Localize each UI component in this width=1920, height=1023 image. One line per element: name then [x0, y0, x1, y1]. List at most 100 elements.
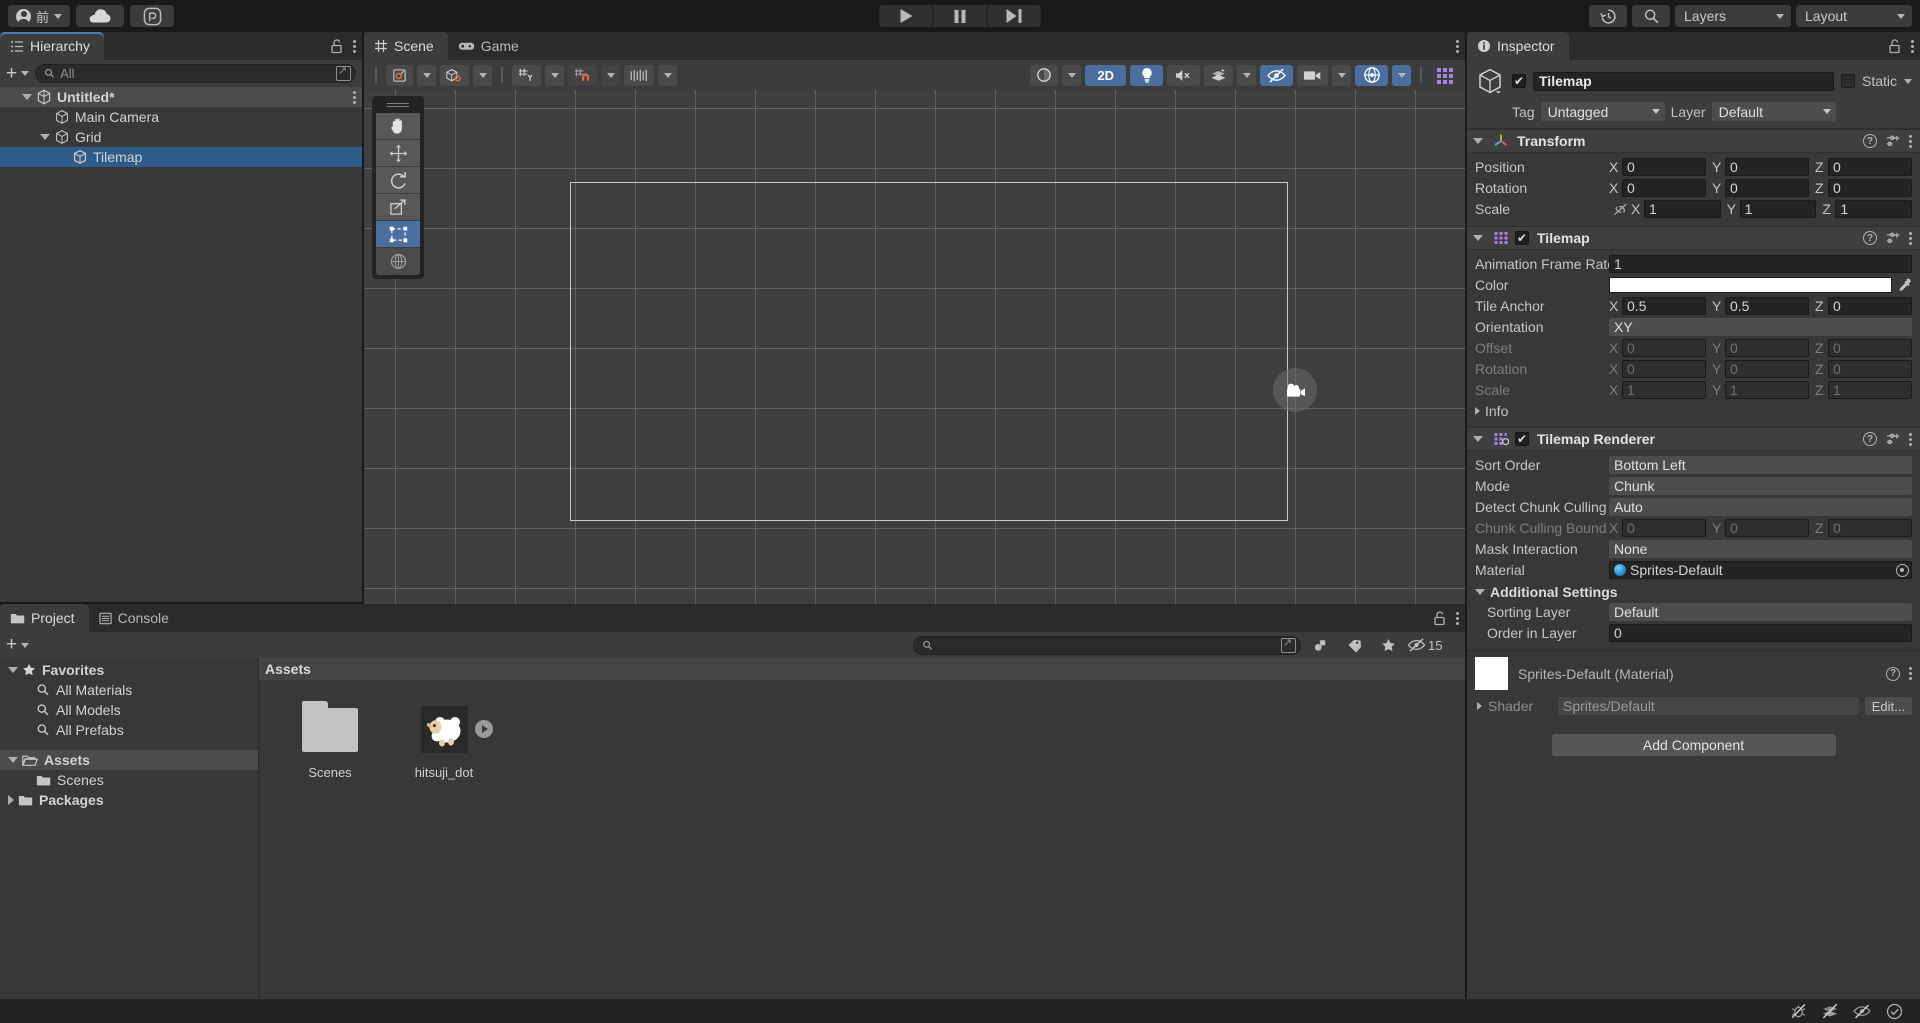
chevron-down-icon[interactable] [1473, 235, 1483, 241]
chevron-right-icon[interactable] [8, 795, 14, 805]
component-header-tilemap[interactable]: ✔ Tilemap ? [1467, 226, 1920, 250]
object-picker-icon[interactable] [1896, 564, 1909, 577]
asset-item-hitsuji-dot[interactable]: hitsuji_dot [399, 702, 489, 780]
chevron-right-icon[interactable] [1477, 702, 1482, 710]
chevron-down-icon[interactable] [1473, 138, 1483, 144]
visibility-count[interactable]: 15 [1407, 638, 1442, 653]
orientation-dropdown[interactable]: XY [1609, 318, 1912, 336]
tilemap-renderer-enabled-checkbox[interactable]: ✔ [1515, 432, 1529, 446]
hierarchy-menu-icon[interactable] [353, 40, 356, 53]
static-dropdown-icon[interactable] [1904, 79, 1912, 84]
undo-history-button[interactable] [1589, 5, 1627, 27]
tab-project[interactable]: Project [0, 604, 89, 632]
project-item-all-models[interactable]: All Models [0, 700, 258, 720]
layout-dropdown[interactable]: Layout [1796, 5, 1912, 27]
lock-icon[interactable] [1888, 39, 1901, 54]
project-add-button[interactable]: + [6, 638, 29, 652]
effects-dropdown[interactable] [1237, 65, 1256, 86]
position-z-input[interactable]: 0 [1828, 158, 1912, 176]
position-x-input[interactable]: 0 [1622, 158, 1706, 176]
toggle-hidden-objects-button[interactable] [1260, 65, 1293, 86]
project-item-scenes[interactable]: Scenes [0, 770, 258, 790]
toolbar-grip-3[interactable] [1420, 67, 1422, 83]
gameobject-name-field[interactable]: Tilemap [1533, 72, 1834, 91]
layers-dropdown[interactable]: Layers [1675, 5, 1791, 27]
scale-y-input[interactable]: 1 [1740, 200, 1817, 218]
scene-context-menu-icon[interactable] [353, 91, 356, 104]
rotation-x-input[interactable]: 0 [1622, 179, 1706, 197]
gameobject-enabled-checkbox[interactable]: ✔ [1512, 74, 1526, 88]
shading-mode-button[interactable] [1030, 65, 1058, 86]
type-filter-button[interactable] [1305, 635, 1335, 655]
grid-axis-dropdown[interactable] [545, 65, 564, 86]
sort-order-dropdown[interactable]: Bottom Left [1609, 456, 1912, 474]
visibility-off-button[interactable] [1846, 999, 1878, 1023]
project-item-all-materials[interactable]: All Materials [0, 680, 258, 700]
pivot-mode-button[interactable] [386, 65, 413, 86]
eyedropper-icon[interactable] [1897, 278, 1912, 293]
preset-icon[interactable] [1886, 432, 1900, 446]
additional-settings-foldout[interactable]: Additional Settings [1475, 582, 1912, 602]
animation-frame-rate-input[interactable]: 1 [1609, 255, 1912, 273]
sorting-layer-dropdown[interactable]: Default [1609, 603, 1912, 621]
transform-tool-button[interactable] [376, 248, 420, 275]
toggle-gizmos-button[interactable] [1355, 65, 1388, 86]
layer-dropdown[interactable]: Default [1712, 102, 1836, 121]
grid-snap-button[interactable] [568, 65, 597, 86]
chevron-down-icon[interactable] [40, 134, 50, 140]
pause-button[interactable] [934, 5, 987, 27]
hierarchy-add-button[interactable]: + [6, 67, 29, 81]
search-expand-icon[interactable] [336, 66, 351, 81]
tab-console[interactable]: Console [89, 604, 183, 632]
grid-axis-button[interactable] [512, 65, 541, 86]
project-item-favorites[interactable]: Favorites [0, 660, 258, 680]
tile-anchor-x-input[interactable]: 0.5 [1622, 297, 1706, 315]
tab-scene[interactable]: Scene [364, 32, 448, 60]
lock-icon[interactable] [1433, 611, 1446, 626]
rotate-tool-button[interactable] [376, 167, 420, 194]
chevron-down-icon[interactable] [22, 94, 32, 100]
asset-item-scenes[interactable]: Scenes [285, 702, 375, 780]
tag-dropdown[interactable]: Untagged [1541, 102, 1665, 121]
toolbar-grip-2[interactable] [501, 67, 503, 83]
snap-increment-button[interactable] [624, 65, 654, 86]
toggle-lighting-button[interactable] [1130, 65, 1163, 86]
project-item-packages[interactable]: Packages [0, 790, 258, 810]
component-menu-icon[interactable] [1909, 135, 1912, 148]
hierarchy-search-input[interactable]: All [35, 64, 356, 83]
chevron-down-icon[interactable] [8, 757, 18, 763]
component-menu-icon[interactable] [1909, 232, 1912, 245]
help-icon[interactable]: ? [1863, 432, 1877, 446]
scene-camera-button[interactable] [1297, 65, 1328, 86]
rect-tool-button[interactable] [376, 221, 420, 248]
order-in-layer-input[interactable]: 0 [1609, 624, 1912, 642]
chevron-down-icon[interactable] [1473, 436, 1483, 442]
help-icon[interactable]: ? [1886, 667, 1900, 681]
scale-x-input[interactable]: 1 [1644, 200, 1721, 218]
preset-icon[interactable] [1886, 134, 1900, 148]
global-search-button[interactable] [1632, 5, 1670, 27]
account-button[interactable]: 前 [8, 5, 70, 27]
mode-dropdown[interactable]: Chunk [1609, 477, 1912, 495]
shading-mode-dropdown[interactable] [1062, 65, 1081, 86]
handle-space-dropdown[interactable] [473, 65, 492, 86]
tab-game[interactable]: Game [448, 32, 533, 60]
add-component-button[interactable]: Add Component [1552, 734, 1836, 756]
component-header-transform[interactable]: Transform ? [1467, 129, 1920, 153]
grid-snap-dropdown[interactable] [601, 65, 620, 86]
shader-dropdown[interactable]: Sprites/Default [1558, 697, 1859, 715]
tools-palette-grip[interactable] [376, 100, 420, 110]
debug-mute-button[interactable] [1782, 999, 1814, 1023]
scene-viewport[interactable] [364, 90, 1465, 630]
color-swatch[interactable] [1609, 277, 1892, 293]
pivot-mode-dropdown[interactable] [417, 65, 436, 86]
hierarchy-item-untitled[interactable]: Untitled* [0, 87, 362, 107]
status-ok-button[interactable] [1878, 999, 1910, 1023]
asset-preview-play-button[interactable] [475, 720, 493, 738]
constrain-proportions-toggle[interactable] [1609, 203, 1631, 216]
toggle-2d-button[interactable]: 2D [1085, 65, 1126, 86]
unity-services-button[interactable] [130, 5, 174, 27]
scene-camera-dropdown[interactable] [1332, 65, 1351, 86]
play-button[interactable] [880, 5, 933, 27]
detect-chunk-culling-dropdown[interactable]: Auto [1609, 498, 1912, 516]
